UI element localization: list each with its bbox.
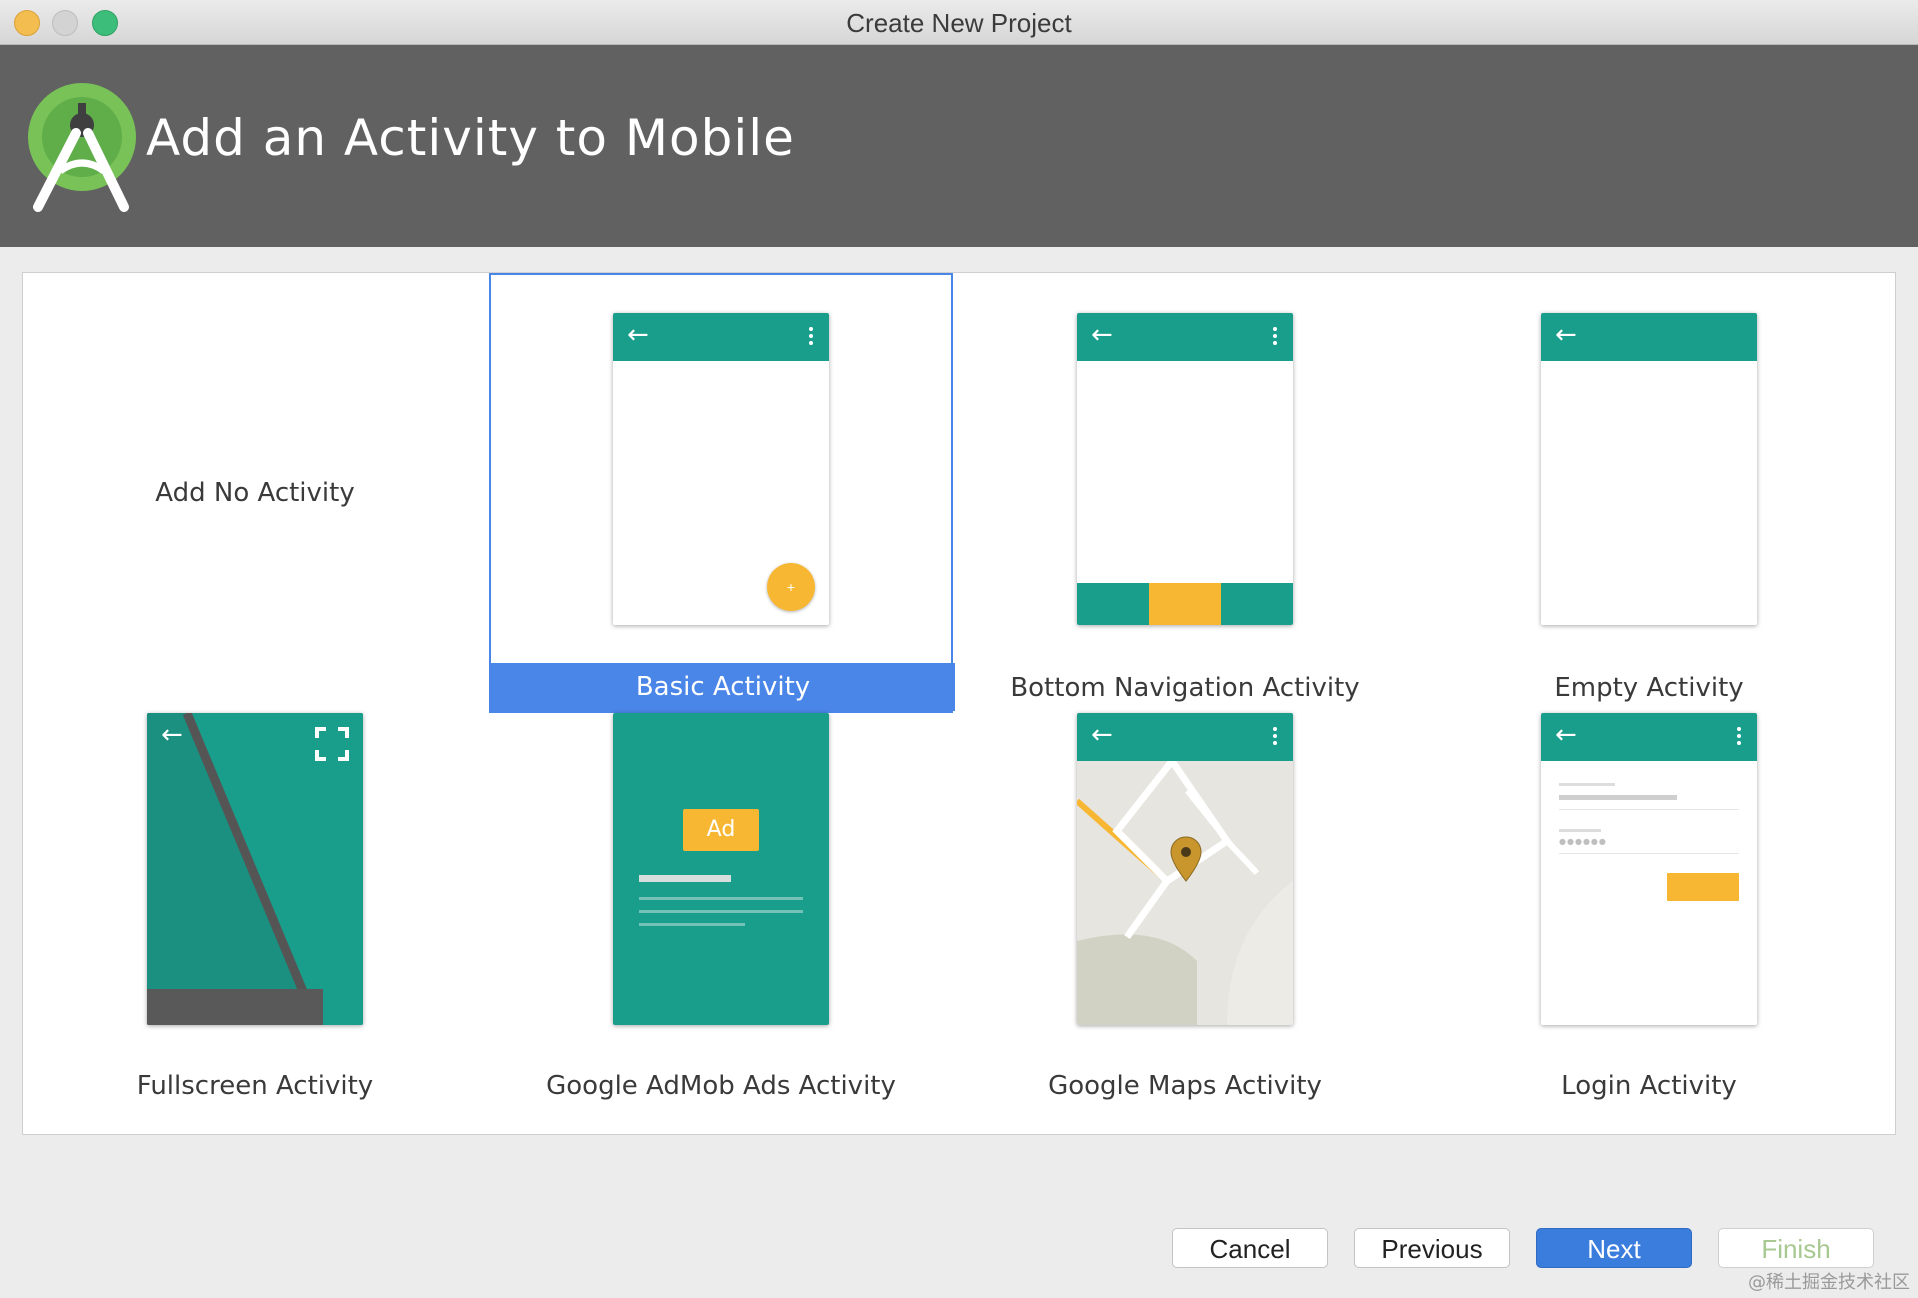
bottom-navigation-preview: ← [1077, 313, 1293, 625]
ad-placeholder-line [639, 875, 731, 882]
android-studio-logo-icon [28, 83, 136, 212]
empty-activity-preview: ← [1541, 313, 1757, 625]
back-arrow-icon: ← [1091, 720, 1113, 750]
email-field-label [1559, 783, 1615, 786]
ad-placeholder-line [639, 910, 803, 913]
page-title: Add an Activity to Mobile [146, 109, 795, 167]
email-field-value [1559, 795, 1677, 800]
previous-button[interactable]: Previous [1354, 1228, 1510, 1268]
ad-placeholder-line [639, 897, 803, 900]
password-field-value: ●●●●●● [1559, 837, 1607, 846]
watermark-text: @稀土掘金技术社区 [1748, 1272, 1910, 1293]
tile-basic-activity[interactable]: ← + Basic Activity [489, 273, 955, 713]
app-bar: ← [1541, 313, 1757, 361]
login-activity-preview: ← ●●●●●● [1541, 713, 1757, 1025]
back-arrow-icon: ← [627, 320, 649, 350]
ad-placeholder-line [639, 923, 745, 926]
back-arrow-icon: ← [1555, 720, 1577, 750]
cancel-button[interactable]: Cancel [1172, 1228, 1328, 1268]
back-arrow-icon: ← [1091, 320, 1113, 350]
next-button[interactable]: Next [1536, 1228, 1692, 1268]
back-arrow-icon: ← [161, 720, 183, 750]
tile-label: Google AdMob Ads Activity [546, 1071, 896, 1101]
email-field-underline [1559, 809, 1739, 810]
password-field-label [1559, 829, 1601, 832]
app-bar: ← [1541, 713, 1757, 761]
overflow-menu-icon [1273, 727, 1277, 748]
tile-bottom-navigation-activity[interactable]: ← Bottom Navigation Activity [953, 273, 1417, 713]
wizard-header: Add an Activity to Mobile [0, 45, 1918, 247]
tile-google-admob-ads-activity[interactable]: Ad Google AdMob Ads Activity [489, 713, 953, 1134]
overflow-menu-icon [1737, 727, 1741, 748]
tile-label: Empty Activity [1554, 673, 1744, 703]
tile-label: Basic Activity [491, 663, 955, 711]
tile-label: Fullscreen Activity [136, 1071, 374, 1101]
app-bar: ← [613, 313, 829, 361]
basic-activity-preview: ← + [613, 313, 829, 625]
map-graphic [1077, 761, 1293, 1025]
app-bar: ← [1077, 713, 1293, 761]
tile-login-activity[interactable]: ← ●●●●●● Login Activity [1417, 713, 1881, 1134]
tile-label: Bottom Navigation Activity [1010, 673, 1360, 703]
overflow-menu-icon [1273, 327, 1277, 348]
tile-fullscreen-activity[interactable]: ← Fullscreen Activity [23, 713, 487, 1134]
tile-label: Google Maps Activity [1048, 1071, 1322, 1101]
fullscreen-icon [315, 727, 349, 761]
sign-in-button-preview [1667, 873, 1739, 901]
tile-empty-activity[interactable]: ← Empty Activity [1417, 273, 1881, 713]
activity-gallery[interactable]: Add No Activity ← + Basic Activity ← Bot… [22, 272, 1896, 1135]
tile-label: Login Activity [1561, 1071, 1737, 1101]
admob-activity-preview: Ad [613, 713, 829, 1025]
fullscreen-activity-preview: ← [147, 713, 363, 1025]
finish-button[interactable]: Finish [1718, 1228, 1874, 1268]
maps-activity-preview: ← [1077, 713, 1293, 1025]
tile-add-no-activity[interactable]: Add No Activity [23, 273, 487, 713]
app-bar: ← [1077, 313, 1293, 361]
bottom-nav-bar [1077, 583, 1293, 625]
window-titlebar: Create New Project [0, 0, 1918, 45]
overflow-menu-icon [809, 327, 813, 348]
ad-badge: Ad [683, 809, 759, 851]
map-pin-icon [1170, 836, 1202, 882]
window-title: Create New Project [846, 8, 1072, 38]
fab-button-icon: + [767, 563, 815, 611]
password-field-underline [1559, 853, 1739, 854]
tile-google-maps-activity[interactable]: ← Google Maps Activity [953, 713, 1417, 1134]
bottom-nav-active-item [1149, 583, 1221, 625]
back-arrow-icon: ← [1555, 320, 1577, 350]
tile-label: Add No Activity [155, 478, 355, 508]
